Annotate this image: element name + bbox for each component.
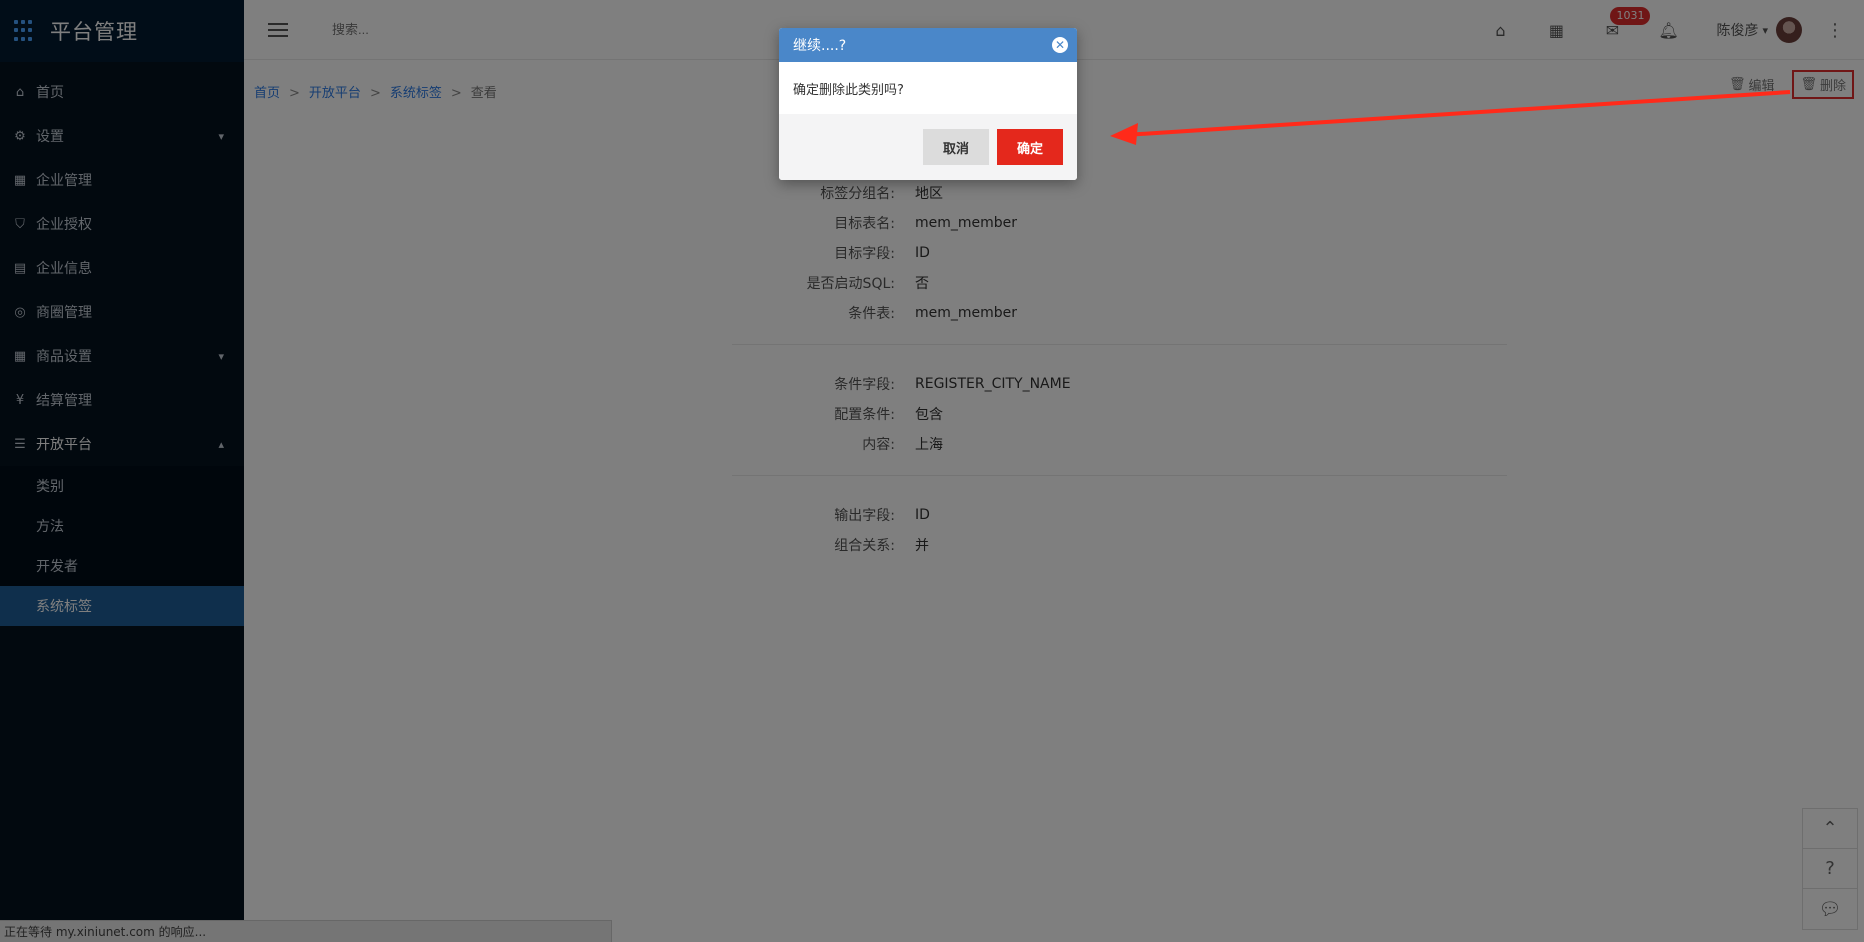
dialog-message: 确定删除此类别吗? <box>793 82 904 98</box>
dialog-footer: 取消 确定 <box>779 114 1077 180</box>
confirm-button[interactable]: 确定 <box>996 129 1063 165</box>
dialog-header: 继续....? ✕ <box>779 28 1077 62</box>
cancel-button[interactable]: 取消 <box>922 129 989 165</box>
close-icon[interactable]: ✕ <box>1052 37 1068 53</box>
confirm-dialog: 继续....? ✕ 确定删除此类别吗? 取消 确定 <box>779 28 1077 180</box>
dialog-title: 继续....? <box>793 38 847 54</box>
